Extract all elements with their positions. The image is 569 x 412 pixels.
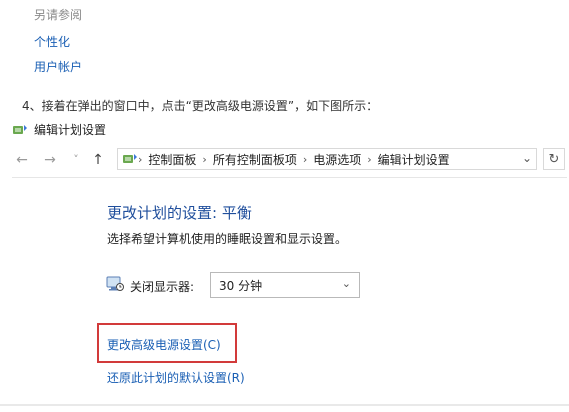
bottom-divider (0, 404, 569, 406)
up-arrow-icon[interactable]: ↑ (90, 150, 106, 170)
power-options-icon (123, 154, 137, 163)
breadcrumb-edit-plan[interactable]: 编辑计划设置 (378, 151, 450, 168)
change-advanced-power-settings-link[interactable]: 更改高级电源设置(C) (107, 336, 221, 353)
step-instruction: 4、接着在弹出的窗口中，点击“更改高级电源设置”，如下图所示： (22, 99, 379, 113)
refresh-icon[interactable]: ↻ (543, 148, 565, 170)
window-title: 编辑计划设置 (34, 123, 107, 137)
window-title-bar: 编辑计划设置 (12, 121, 106, 138)
plan-settings-description: 选择希望计算机使用的睡眠设置和显示设置。 (107, 232, 348, 246)
restore-default-settings-link[interactable]: 还原此计划的默认设置(R) (107, 369, 245, 386)
turn-off-display-value: 30 分钟 (219, 278, 263, 293)
breadcrumb-all-items[interactable]: 所有控制面板项 (213, 151, 297, 168)
address-dropdown-chevron-icon[interactable]: ⌄ (522, 151, 532, 165)
breadcrumb-control-panel[interactable]: 控制面板 (148, 151, 196, 168)
forward-arrow-icon[interactable]: → (42, 150, 58, 170)
breadcrumb-separator-icon: › (302, 152, 308, 166)
breadcrumb-separator-icon: › (202, 152, 207, 166)
turn-off-display-label: 关闭显示器: (130, 280, 195, 294)
user-accounts-link[interactable]: 用户帐户 (34, 58, 82, 75)
breadcrumb-separator-icon: › (367, 152, 372, 166)
chevron-down-icon: ⌄ (341, 277, 351, 290)
back-arrow-icon[interactable]: ← (14, 150, 30, 170)
address-bar[interactable]: › 控制面板 › 所有控制面板项 › 电源选项 › 编辑计划设置 ⌄ (117, 148, 537, 170)
breadcrumb-power-options[interactable]: 电源选项 (313, 151, 361, 168)
display-monitor-icon (106, 276, 124, 291)
recent-locations-chevron-icon[interactable]: ˅ (68, 150, 84, 170)
plan-settings-heading: 更改计划的设置: 平衡 (107, 204, 252, 222)
navigation-bar: ← → ˅ ↑ › 控制面板 › 所有控制面板项 › 电源选项 › 编辑计划设置… (12, 146, 567, 174)
breadcrumb-separator-icon: › (138, 152, 143, 166)
personalization-link[interactable]: 个性化 (34, 33, 70, 50)
power-options-icon (13, 124, 27, 134)
see-also-title: 另请参阅 (34, 8, 83, 22)
toolbar-divider (12, 177, 567, 178)
turn-off-display-select[interactable]: 30 分钟 ⌄ (210, 272, 360, 298)
